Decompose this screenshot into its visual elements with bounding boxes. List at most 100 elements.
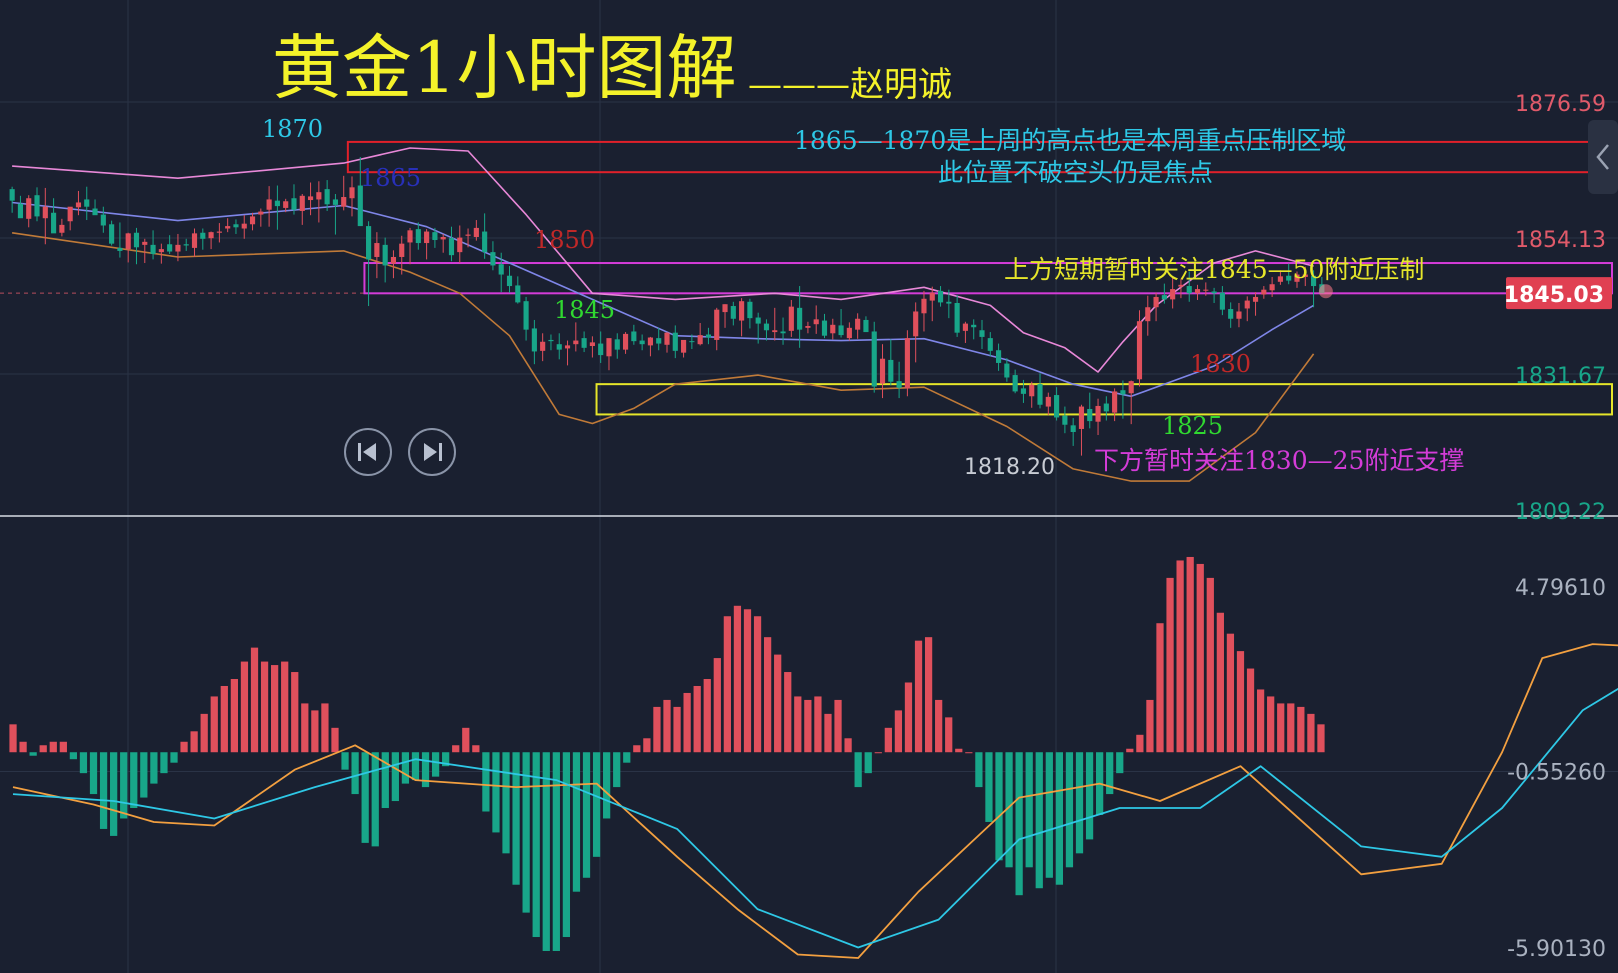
candle-body xyxy=(1078,406,1085,429)
candle-body xyxy=(1219,292,1225,310)
candle xyxy=(996,343,1002,371)
macd-bar xyxy=(1055,752,1064,885)
macd-bar xyxy=(844,738,852,753)
candle xyxy=(805,321,811,334)
macd-bar xyxy=(1116,752,1124,774)
candle-body xyxy=(374,243,380,257)
candle xyxy=(482,213,488,259)
macd-bar xyxy=(1236,651,1245,753)
candle-body xyxy=(67,206,73,222)
current-price-label: 1845.03 xyxy=(1504,283,1604,308)
candle-body xyxy=(614,339,620,350)
candle-body xyxy=(191,233,198,248)
candle-body xyxy=(1120,390,1126,395)
skip-back-icon xyxy=(358,443,376,461)
macd-bar xyxy=(19,741,27,753)
macd-bar xyxy=(572,752,581,892)
macd-bar xyxy=(1307,713,1315,753)
macd-bar xyxy=(311,710,319,753)
macd-bar xyxy=(1216,612,1224,753)
candle xyxy=(813,305,819,334)
step-back-button[interactable] xyxy=(344,428,392,476)
macd-bar xyxy=(904,682,913,753)
candle-body xyxy=(440,236,446,240)
candle xyxy=(109,220,115,246)
candle xyxy=(631,324,637,345)
candle-body xyxy=(937,290,944,303)
candle xyxy=(208,231,214,250)
macd-bar xyxy=(160,752,168,774)
candle-body xyxy=(780,331,786,334)
macd-bar xyxy=(79,752,88,774)
macd-bar xyxy=(693,685,701,753)
candle xyxy=(780,317,786,345)
macd-bar xyxy=(250,647,259,753)
collapse-panel-button[interactable] xyxy=(1588,120,1618,194)
candle xyxy=(191,228,198,257)
candle-body xyxy=(42,206,48,219)
candle-body xyxy=(589,342,595,347)
candle-body xyxy=(730,306,736,319)
macd-bar xyxy=(975,752,983,788)
candle-body xyxy=(1054,395,1060,418)
level-label-1850: 1850 xyxy=(534,226,595,254)
macd-bar xyxy=(874,752,882,754)
candle-body xyxy=(1228,309,1234,319)
candle-body xyxy=(125,233,131,250)
note-short-term-resistance: 上方短期暂时关注1845—50附近压制 xyxy=(1004,255,1424,284)
candle xyxy=(954,295,960,337)
macd-bar xyxy=(854,752,862,788)
macd-bar xyxy=(1156,623,1164,753)
candle xyxy=(133,227,140,265)
candle xyxy=(1029,381,1035,408)
macd-bar xyxy=(582,752,591,878)
macd-bar xyxy=(995,752,1003,861)
candle-body xyxy=(424,231,430,244)
candle-body xyxy=(241,223,247,229)
candle-body xyxy=(332,199,338,205)
candle-body xyxy=(200,232,206,239)
candle-body xyxy=(888,359,894,382)
candle xyxy=(1244,296,1250,322)
candle-body xyxy=(299,195,305,211)
step-forward-button[interactable] xyxy=(408,428,456,476)
candle xyxy=(1078,404,1085,456)
candle xyxy=(117,222,123,258)
candle-body xyxy=(523,301,529,330)
macd-bar xyxy=(1085,752,1094,840)
candle-body xyxy=(473,227,479,237)
macd-bar xyxy=(482,752,490,812)
candle xyxy=(1095,398,1101,436)
candle-body xyxy=(1103,403,1109,412)
candle xyxy=(672,325,678,359)
macd-bar xyxy=(110,752,118,836)
macd-bar xyxy=(29,752,37,756)
candle-body xyxy=(457,237,463,253)
bollinger-mid xyxy=(12,201,1315,398)
candle-body xyxy=(871,331,877,387)
candle-body xyxy=(797,307,803,330)
candle xyxy=(150,230,156,260)
candle xyxy=(26,195,32,228)
candle xyxy=(1153,292,1159,322)
macd-bar xyxy=(814,696,822,753)
macd-bar xyxy=(281,661,289,753)
macd-bar xyxy=(623,752,631,763)
macd-bar xyxy=(542,752,550,951)
candle-body xyxy=(92,208,98,216)
candle xyxy=(788,299,794,337)
candle-body xyxy=(647,337,653,346)
candle-body xyxy=(946,301,952,304)
macd-bar xyxy=(1176,560,1184,753)
candle-body xyxy=(622,333,629,350)
candle-body xyxy=(415,229,421,244)
candle xyxy=(863,316,869,333)
candle-body xyxy=(631,331,637,342)
candle-body xyxy=(291,198,297,210)
candle xyxy=(971,319,977,340)
candle xyxy=(448,226,455,262)
candle xyxy=(763,319,770,341)
level-label-1845: 1845 xyxy=(554,296,615,324)
macd-bar xyxy=(804,699,812,753)
macd-bar xyxy=(1146,699,1154,753)
